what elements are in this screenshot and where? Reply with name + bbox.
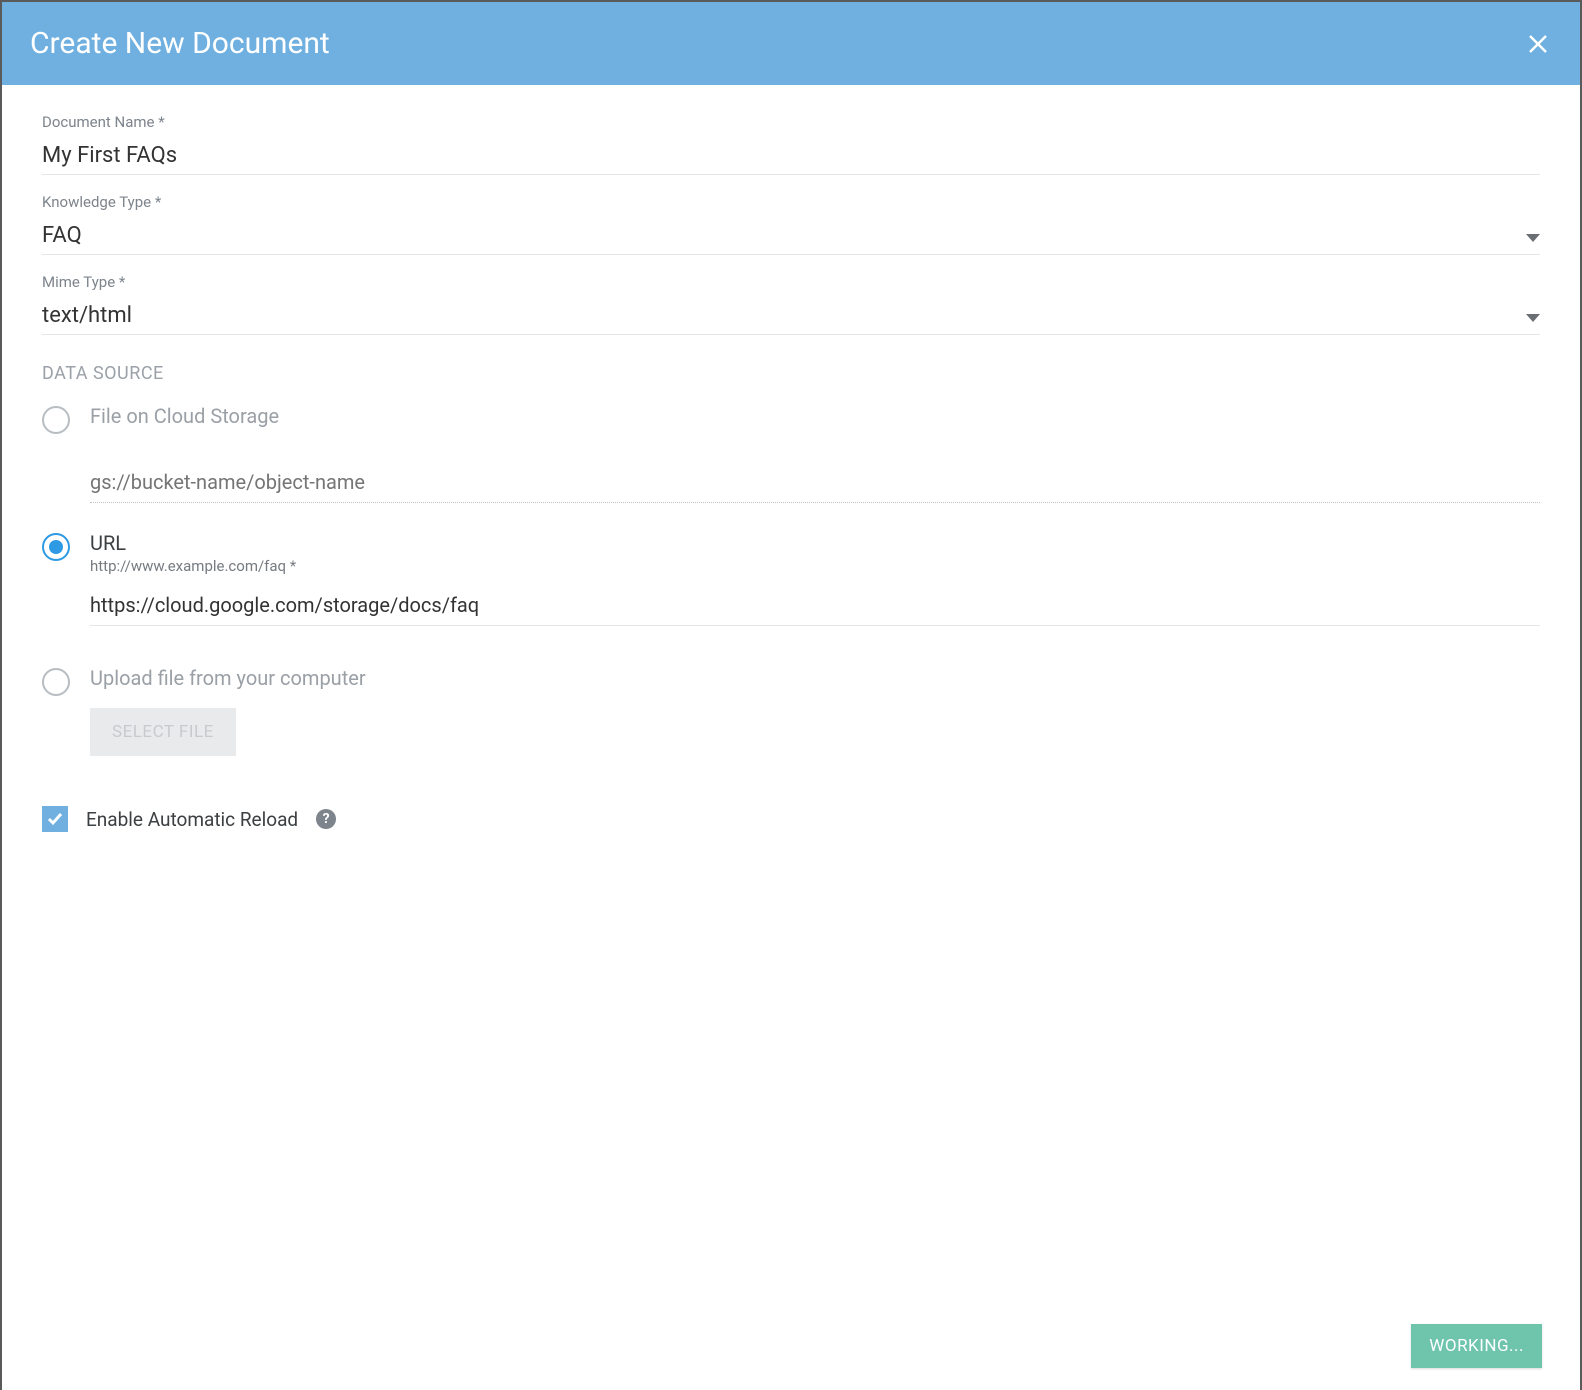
mime-type-value: text/html [42,303,132,328]
mime-type-select[interactable]: text/html [42,297,1540,335]
chevron-down-icon [1526,223,1540,248]
auto-reload-label: Enable Automatic Reload [86,808,298,831]
mime-type-label: Mime Type * [42,273,1540,291]
radio-option-cloud: File on Cloud Storage [42,404,1540,434]
radio-url[interactable] [42,533,70,561]
select-file-button: SELECT FILE [90,708,236,756]
radio-cloud-label: File on Cloud Storage [90,404,1540,428]
radio-option-url: URL http://www.example.com/faq * [42,531,1540,656]
radio-upload-label: Upload file from your computer [90,666,1540,690]
radio-url-label: URL [90,531,1540,555]
radio-url-sublabel: http://www.example.com/faq * [90,557,1540,575]
document-name-field: Document Name * [42,113,1540,175]
working-button[interactable]: WORKING... [1411,1324,1542,1368]
knowledge-type-label: Knowledge Type * [42,193,1540,211]
radio-option-upload: Upload file from your computer SELECT FI… [42,666,1540,786]
mime-type-field: Mime Type * text/html [42,273,1540,335]
auto-reload-row: Enable Automatic Reload ? [42,806,1540,832]
knowledge-type-field: Knowledge Type * FAQ [42,193,1540,255]
radio-upload[interactable] [42,668,70,696]
document-name-input[interactable] [42,137,1540,175]
create-document-dialog: Create New Document Document Name * Know… [2,2,1580,1390]
knowledge-type-select[interactable]: FAQ [42,217,1540,255]
dialog-footer: WORKING... [2,1316,1580,1390]
dialog-body: Document Name * Knowledge Type * FAQ Mim… [2,85,1580,1316]
auto-reload-checkbox[interactable] [42,806,68,832]
dialog-header: Create New Document [2,2,1580,85]
radio-cloud[interactable] [42,406,70,434]
cloud-path-input [90,462,1540,503]
document-name-label: Document Name * [42,113,1540,131]
chevron-down-icon [1526,303,1540,328]
help-icon[interactable]: ? [316,809,336,829]
url-input[interactable] [90,585,1540,626]
knowledge-type-value: FAQ [42,223,82,248]
dialog-title: Create New Document [30,26,330,61]
close-icon[interactable] [1524,30,1552,58]
data-source-header: DATA SOURCE [42,363,1540,384]
